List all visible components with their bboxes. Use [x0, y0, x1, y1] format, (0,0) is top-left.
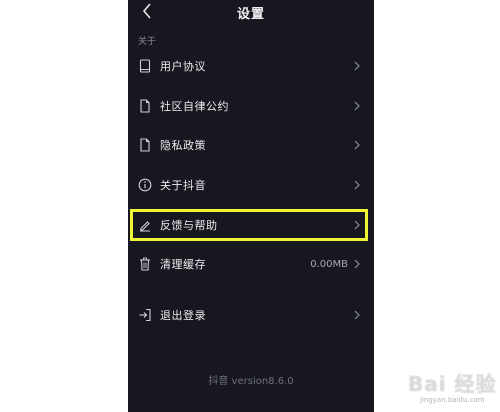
chevron-right-icon — [352, 60, 362, 72]
section-label-about: 关于 — [138, 37, 157, 47]
settings-item-label: 反馈与帮助 — [160, 219, 218, 232]
chevron-right-icon — [352, 139, 362, 151]
watermark-logo: Bai 经验 — [408, 372, 497, 396]
watermark-url: jingyan.baidu.com — [420, 396, 485, 404]
app-version-text: 抖音 version8.6.0 — [208, 376, 294, 387]
chevron-right-icon — [352, 100, 362, 112]
document-icon — [138, 138, 152, 152]
trash-icon — [138, 257, 152, 271]
settings-screen: 设置 关于 用户协议 社区自律公约 隐私政策 关于抖音 反馈与帮助 清理缓存 0… — [128, 0, 374, 412]
settings-item-clear-cache[interactable]: 清理缓存 0.00MB — [128, 250, 374, 278]
document-icon — [138, 99, 152, 113]
info-icon — [138, 178, 152, 192]
settings-item-label: 清理缓存 — [160, 258, 206, 271]
settings-item-label: 用户协议 — [160, 60, 206, 73]
settings-item-user-agreement[interactable]: 用户协议 — [128, 52, 374, 80]
settings-item-label: 关于抖音 — [160, 179, 206, 192]
book-icon — [138, 59, 152, 73]
page: 设置 关于 用户协议 社区自律公约 隐私政策 关于抖音 反馈与帮助 清理缓存 0… — [0, 0, 500, 412]
logout-icon — [138, 308, 152, 322]
chevron-right-icon — [352, 219, 362, 231]
settings-item-community-rules[interactable]: 社区自律公约 — [128, 92, 374, 120]
settings-item-label: 退出登录 — [160, 309, 206, 322]
page-title: 设置 — [236, 7, 265, 22]
cache-size-value: 0.00MB — [310, 258, 348, 270]
chevron-right-icon — [352, 309, 362, 321]
settings-item-label: 社区自律公约 — [160, 100, 229, 113]
settings-item-privacy-policy[interactable]: 隐私政策 — [128, 131, 374, 159]
settings-item-label: 隐私政策 — [160, 139, 206, 152]
chevron-right-icon — [352, 179, 362, 191]
top-bar: 设置 — [128, 0, 374, 24]
chevron-right-icon — [352, 258, 362, 270]
settings-item-feedback-help[interactable]: 反馈与帮助 — [128, 211, 374, 239]
edit-icon — [138, 218, 152, 232]
settings-item-about-douyin[interactable]: 关于抖音 — [128, 171, 374, 199]
settings-item-logout[interactable]: 退出登录 — [128, 301, 374, 329]
